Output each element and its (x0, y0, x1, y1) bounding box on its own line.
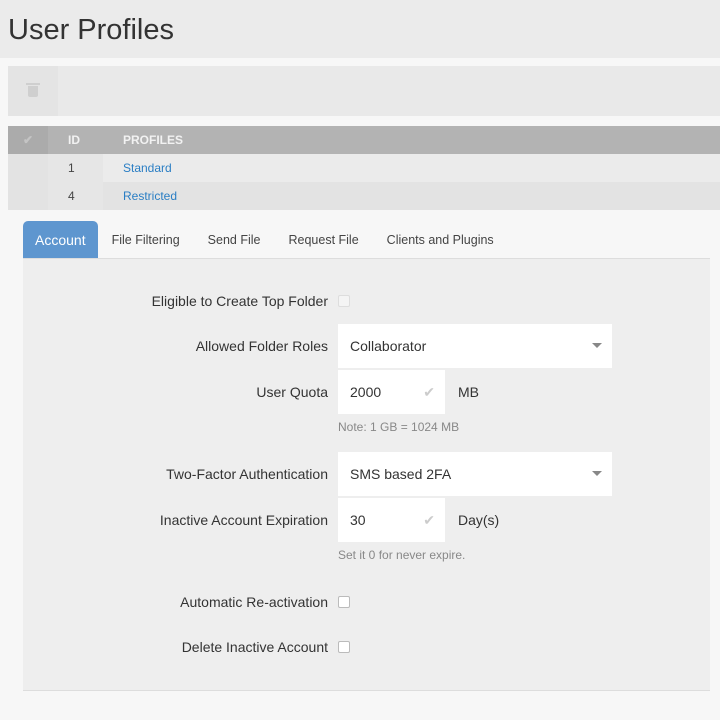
reactivation-label: Automatic Re-activation (180, 594, 328, 610)
check-icon: ✔ (423, 384, 435, 400)
tab-send-file[interactable]: Send File (194, 221, 275, 258)
page-title: User Profiles (8, 14, 174, 46)
tab-file-filtering[interactable]: File Filtering (98, 221, 194, 258)
row-select[interactable] (8, 154, 48, 182)
two-factor-value: SMS based 2FA (350, 466, 452, 482)
account-panel: Eligible to Create Top Folder Allowed Fo… (23, 259, 710, 691)
folder-roles-value: Collaborator (350, 338, 427, 354)
profile-link[interactable]: Standard (123, 161, 172, 175)
expiration-note: Set it 0 for never expire. (338, 548, 466, 562)
table-row[interactable]: 1 Standard (8, 154, 720, 182)
tab-request-file[interactable]: Request File (274, 221, 372, 258)
folder-roles-label: Allowed Folder Roles (195, 338, 328, 354)
profiles-table: ✔ ID PROFILES 1 Standard 4 Restricted (8, 126, 720, 210)
expiration-label: Inactive Account Expiration (159, 512, 328, 528)
folder-roles-select[interactable]: Collaborator (338, 324, 612, 368)
delete-inactive-label: Delete Inactive Account (181, 639, 328, 655)
delete-inactive-checkbox[interactable] (338, 641, 350, 653)
chevron-down-icon (592, 343, 602, 348)
trash-icon (26, 82, 40, 97)
expiration-unit: Day(s) (458, 512, 500, 528)
check-icon: ✔ (423, 512, 435, 528)
top-folder-checkbox[interactable] (338, 295, 350, 307)
tab-clients-and-plugins[interactable]: Clients and Plugins (373, 221, 508, 258)
top-folder-label: Eligible to Create Top Folder (151, 293, 328, 309)
reactivation-checkbox[interactable] (338, 596, 350, 608)
id-column-header[interactable]: ID (48, 126, 103, 154)
row-select[interactable] (8, 182, 48, 210)
row-id: 1 (48, 154, 103, 182)
profiles-column-header[interactable]: PROFILES (103, 126, 720, 154)
chevron-down-icon (592, 471, 602, 476)
expiration-value: 30 (350, 512, 366, 528)
select-all-checkbox[interactable]: ✔ (8, 126, 48, 154)
title-bar: User Profiles (0, 0, 720, 58)
table-row[interactable]: 4 Restricted (8, 182, 720, 210)
user-quota-label: User Quota (256, 384, 328, 400)
table-header: ✔ ID PROFILES (8, 126, 720, 154)
quota-unit: MB (458, 384, 479, 400)
row-id: 4 (48, 182, 103, 210)
tab-account[interactable]: Account (23, 221, 98, 258)
two-factor-select[interactable]: SMS based 2FA (338, 452, 612, 496)
quota-note: Note: 1 GB = 1024 MB (338, 420, 460, 434)
user-quota-value: 2000 (350, 384, 382, 400)
user-quota-input[interactable]: 2000 ✔ (338, 370, 445, 414)
tab-bar: Account File Filtering Send File Request… (23, 221, 710, 259)
expiration-input[interactable]: 30 ✔ (338, 498, 445, 542)
toolbar (8, 66, 720, 116)
delete-button[interactable] (8, 66, 58, 116)
profile-link[interactable]: Restricted (123, 189, 177, 203)
two-factor-label: Two-Factor Authentication (166, 466, 328, 482)
